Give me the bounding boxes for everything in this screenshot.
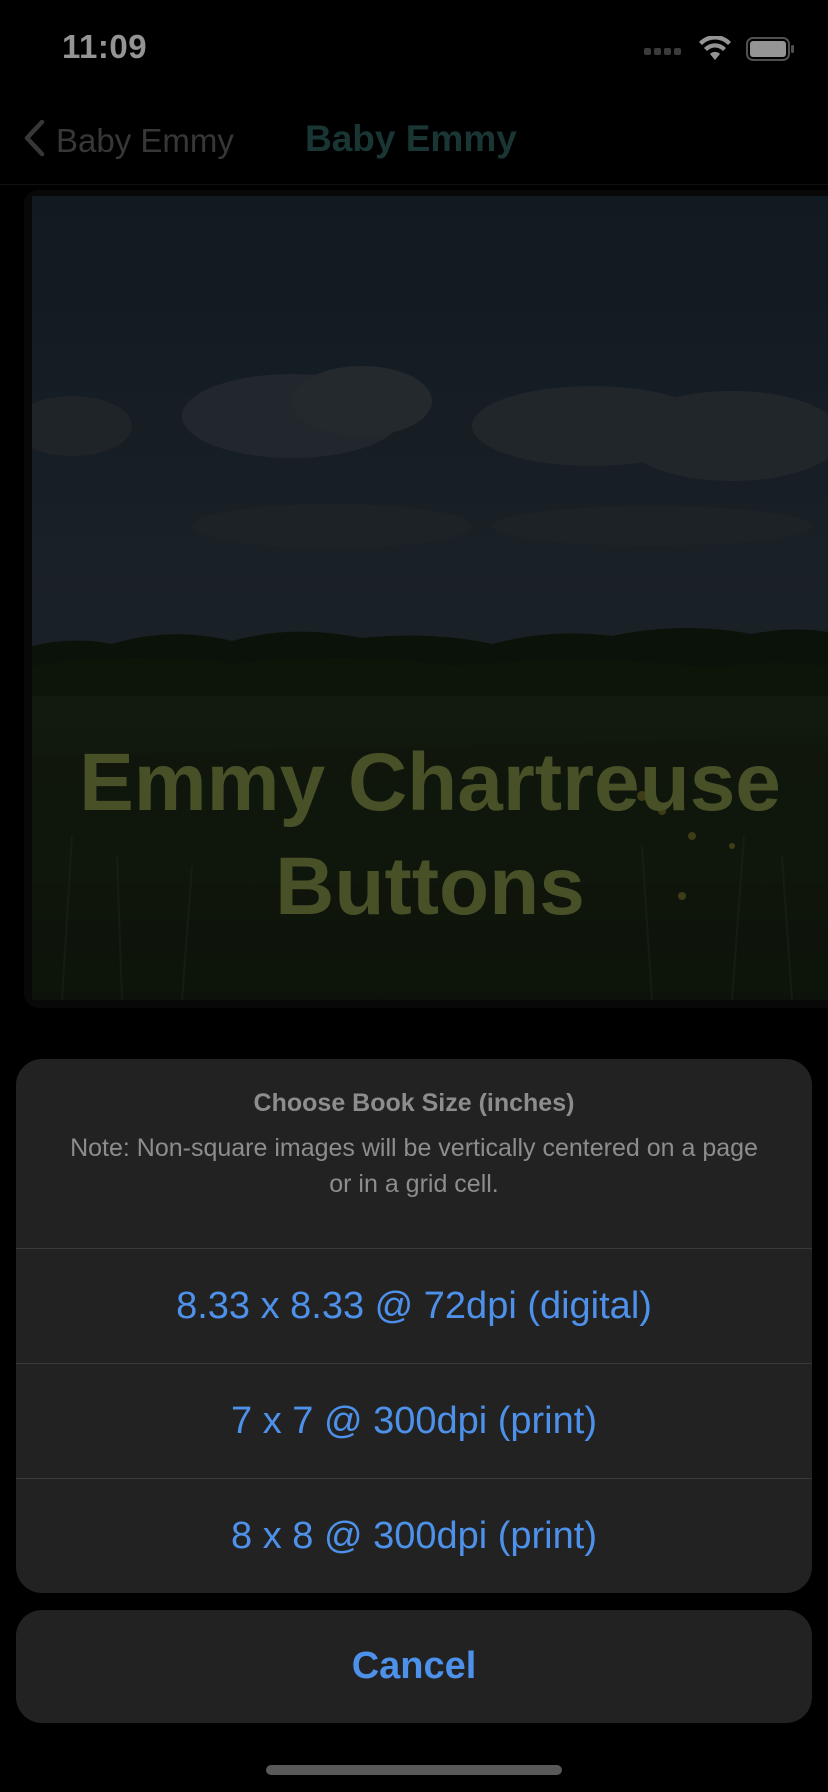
option-print-7x7[interactable]: 7 x 7 @ 300dpi (print) [16, 1363, 812, 1478]
action-sheet-header: Choose Book Size (inches) Note: Non-squa… [16, 1059, 812, 1249]
action-sheet-message: Note: Non-square images will be vertical… [70, 1134, 758, 1198]
book-size-action-sheet: Choose Book Size (inches) Note: Non-squa… [16, 1059, 812, 1593]
screen: 11:09 Baby Emmy Baby Emmy Emmy Chartreus… [0, 0, 828, 1792]
option-print-8x8[interactable]: 8 x 8 @ 300dpi (print) [16, 1478, 812, 1593]
cancel-button[interactable]: Cancel [16, 1610, 812, 1723]
option-digital-8-33[interactable]: 8.33 x 8.33 @ 72dpi (digital) [16, 1248, 812, 1363]
home-indicator[interactable] [266, 1765, 562, 1775]
action-sheet-title: Choose Book Size (inches) [253, 1089, 575, 1117]
